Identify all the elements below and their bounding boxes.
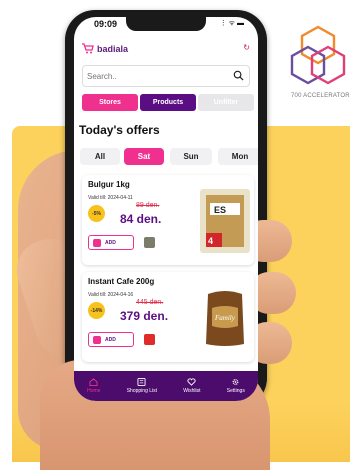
- new-price: 84 den.: [120, 212, 162, 226]
- heart-icon: [187, 378, 196, 386]
- add-button[interactable]: ADD: [88, 235, 134, 250]
- status-time: 09:09: [94, 19, 118, 29]
- old-price: 89 den.: [136, 202, 160, 209]
- gear-icon: [232, 379, 239, 385]
- accelerator-logo: 700 ACCELERATOR: [288, 25, 350, 105]
- product-card[interactable]: Bulgur 1kg Valid till: 2024-04-11 -5% 89…: [82, 175, 254, 265]
- search-icon[interactable]: [233, 70, 244, 81]
- add-label: ADD: [105, 336, 116, 343]
- day-tab-sun[interactable]: Sun: [170, 148, 212, 165]
- phone-screen: 09:09 ⋮ ᯤ ▬ badiala ↻ Stores Products Un…: [74, 17, 258, 401]
- old-price: 445 den.: [136, 299, 164, 306]
- status-icons: ⋮ ᯤ ▬: [219, 20, 244, 27]
- svg-text:4: 4: [208, 236, 213, 246]
- add-button[interactable]: ADD: [88, 332, 134, 347]
- svg-text:Family: Family: [214, 314, 236, 322]
- add-label: ADD: [105, 239, 116, 246]
- discount-badge: -14%: [88, 302, 105, 319]
- add-list-icon: [93, 238, 101, 247]
- cart-icon: [82, 43, 94, 54]
- search-input[interactable]: [83, 70, 229, 82]
- logo-caption: 700 ACCELERATOR: [291, 93, 350, 99]
- day-tab-mon[interactable]: Mon: [218, 148, 258, 165]
- day-tab-all[interactable]: All: [80, 148, 120, 165]
- product-image: Family: [200, 286, 250, 350]
- bottom-nav: Home Shopping List Wishlist Settings: [74, 371, 258, 401]
- valid-date: Valid till: 2024-04-16: [88, 292, 134, 298]
- nav-label: Wishlist: [183, 388, 201, 394]
- brand-name: badiala: [97, 43, 129, 54]
- product-name: Bulgur 1kg: [88, 180, 130, 189]
- svg-text:ES: ES: [214, 205, 226, 215]
- discount-badge: -5%: [88, 205, 105, 222]
- nav-settings[interactable]: Settings: [227, 378, 245, 394]
- nav-label: Shopping List: [126, 388, 158, 394]
- home-icon: [89, 378, 98, 386]
- app-brand: badiala: [82, 43, 128, 54]
- products-button[interactable]: Products: [140, 94, 196, 111]
- unfilter-button[interactable]: Unfilter: [198, 94, 254, 111]
- product-card[interactable]: Instant Cafe 200g Valid till: 2024-04-16…: [82, 272, 254, 362]
- nav-home[interactable]: Home: [87, 378, 100, 394]
- nav-label: Home: [87, 388, 101, 394]
- product-image: ES 4: [200, 189, 250, 253]
- search-bar[interactable]: [82, 65, 250, 87]
- store-logo: [144, 237, 155, 248]
- list-icon: [137, 378, 146, 386]
- add-list-icon: [93, 335, 101, 344]
- nav-shopping-list[interactable]: Shopping List: [127, 378, 157, 394]
- store-logo: [144, 334, 155, 345]
- stores-button[interactable]: Stores: [82, 94, 138, 111]
- offers-title: Today's offers: [79, 123, 160, 137]
- nav-label: Settings: [226, 388, 245, 394]
- day-tab-sat[interactable]: Sat: [124, 148, 164, 165]
- nav-wishlist[interactable]: Wishlist: [183, 378, 201, 394]
- product-name: Instant Cafe 200g: [88, 277, 155, 286]
- new-price: 379 den.: [120, 309, 169, 323]
- valid-date: Valid till: 2024-04-11: [88, 195, 133, 201]
- phone-notch: [126, 17, 206, 31]
- refresh-icon[interactable]: ↻: [243, 43, 250, 52]
